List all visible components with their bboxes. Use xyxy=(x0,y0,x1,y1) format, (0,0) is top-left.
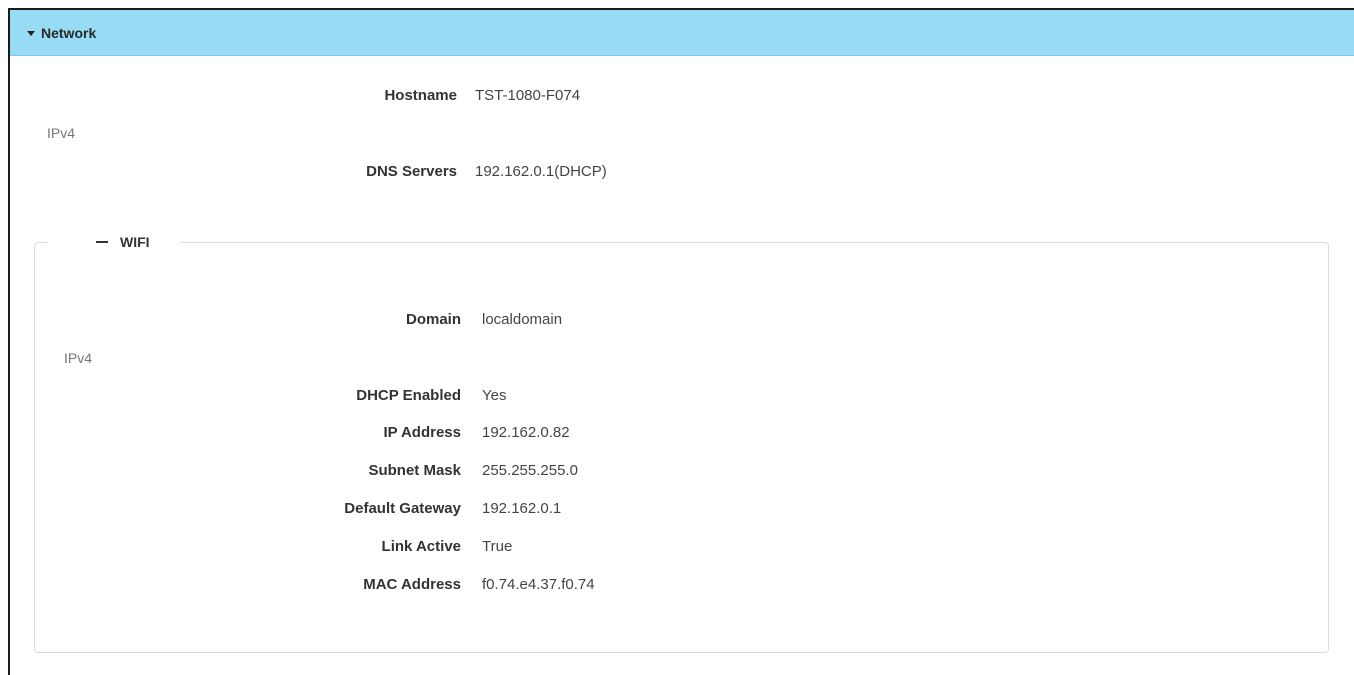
mac-address-value: f0.74.e4.37.f0.74 xyxy=(482,576,595,593)
ip-address-row: IP Address 192.162.0.82 xyxy=(0,423,1354,443)
collapse-minus-icon xyxy=(96,241,108,243)
default-gateway-value: 192.162.0.1 xyxy=(482,500,562,517)
subnet-mask-value: 255.255.255.0 xyxy=(482,462,578,479)
domain-value: localdomain xyxy=(482,311,563,328)
dhcp-enabled-row: DHCP Enabled Yes xyxy=(0,386,1354,406)
mac-address-label: MAC Address xyxy=(363,576,461,593)
hostname-row: Hostname TST-1080-F074 xyxy=(0,86,1354,106)
domain-label: Domain xyxy=(405,311,461,328)
link-active-row: Link Active True xyxy=(0,537,1354,557)
default-gateway-label: Default Gateway xyxy=(344,500,461,517)
dns-servers-label: DNS Servers xyxy=(366,163,457,180)
link-active-value: True xyxy=(482,538,513,555)
wifi-collapse-toggle[interactable]: WIFI xyxy=(48,230,180,254)
subnet-mask-label: Subnet Mask xyxy=(368,462,461,479)
ip-address-value: 192.162.0.82 xyxy=(482,424,570,441)
dns-servers-row: DNS Servers 192.162.0.1(DHCP) xyxy=(0,162,1354,182)
default-gateway-row: Default Gateway 192.162.0.1 xyxy=(0,499,1354,519)
network-ipv4-label: IPv4 xyxy=(47,125,76,141)
dns-servers-value: 192.162.0.1(DHCP) xyxy=(475,163,607,180)
link-active-label: Link Active xyxy=(381,538,461,555)
network-section-title: Network xyxy=(41,24,97,41)
caret-down-icon xyxy=(27,30,35,36)
ip-address-label: IP Address xyxy=(383,424,461,441)
domain-row: Domain localdomain xyxy=(0,310,1354,330)
dhcp-enabled-label: DHCP Enabled xyxy=(356,387,461,404)
wifi-ipv4-label: IPv4 xyxy=(64,350,93,366)
network-section-header[interactable]: Network xyxy=(10,10,1354,56)
subnet-mask-row: Subnet Mask 255.255.255.0 xyxy=(0,461,1354,481)
wifi-section-title: WIFI xyxy=(120,234,150,250)
hostname-value: TST-1080-F074 xyxy=(475,87,581,104)
dhcp-enabled-value: Yes xyxy=(482,387,507,404)
mac-address-row: MAC Address f0.74.e4.37.f0.74 xyxy=(0,575,1354,595)
hostname-label: Hostname xyxy=(384,87,457,104)
